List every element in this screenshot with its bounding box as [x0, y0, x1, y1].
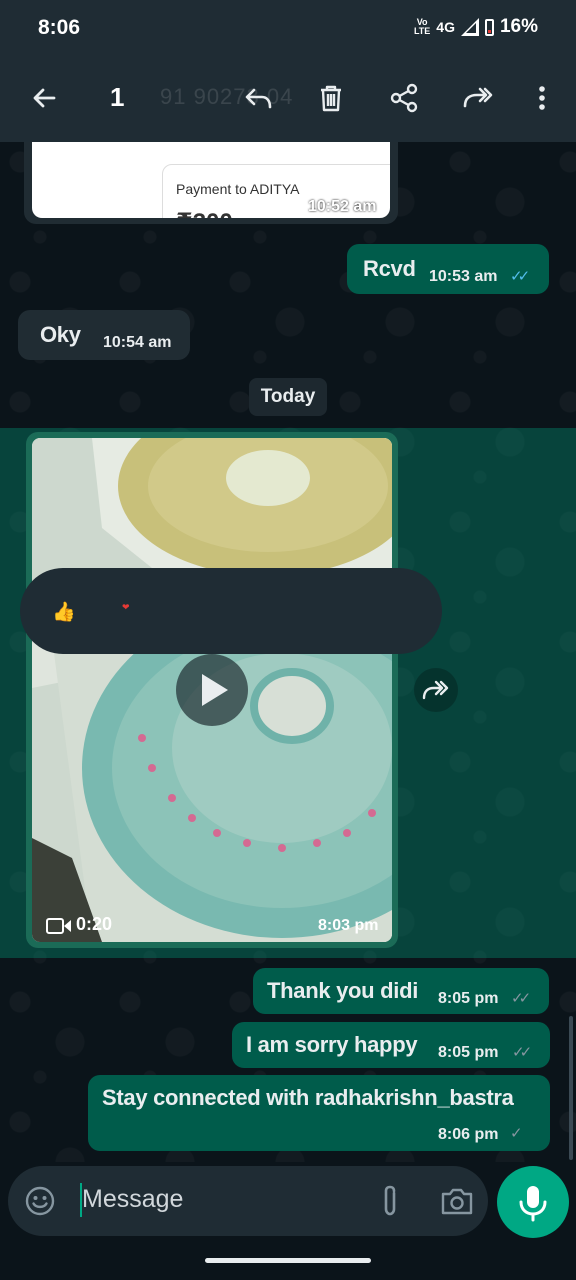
- delivered-ticks-icon: ✓✓: [511, 990, 531, 1007]
- forward-shortcut-button[interactable]: [414, 668, 458, 712]
- message-input[interactable]: Message: [82, 1185, 183, 1214]
- selection-toolbar: 91 90273 04 1: [0, 58, 576, 142]
- selected-count: 1: [110, 82, 125, 112]
- battery-percent: 16%: [499, 16, 538, 37]
- mic-button[interactable]: [497, 1166, 569, 1238]
- scrollbar[interactable]: [569, 1016, 573, 1160]
- message-time: 10:53 am: [429, 268, 498, 285]
- message-sorry[interactable]: I am sorry happy 8:05 pm ✓✓: [232, 1022, 550, 1068]
- message-thank-you[interactable]: Thank you didi 8:05 pm ✓✓: [253, 968, 549, 1014]
- reaction-picker: 👍 ❤: [20, 568, 442, 654]
- play-button[interactable]: [176, 654, 248, 726]
- reaction-thumbs-up[interactable]: 👍: [52, 600, 76, 624]
- message-time: 10:52 am: [308, 198, 377, 215]
- message-text: Stay connected with radhakrishn_bastra: [102, 1085, 514, 1110]
- status-indicators: Vo LTE 4G 16%: [414, 16, 538, 38]
- camera-icon[interactable]: [440, 1185, 474, 1217]
- battery-icon: [484, 18, 494, 36]
- video-camera-icon: [46, 918, 71, 934]
- message-rcvd[interactable]: Rcvd 10:53 am ✓✓: [347, 244, 549, 294]
- message-text: I am sorry happy: [246, 1032, 418, 1057]
- message-time: 8:03 pm: [318, 917, 379, 934]
- payment-label: Payment to ADITYA: [176, 181, 300, 197]
- back-arrow-icon[interactable]: [28, 82, 60, 114]
- read-ticks-icon: ✓✓: [510, 268, 530, 285]
- message-oky[interactable]: Oky 10:54 am: [18, 310, 190, 360]
- message-time: 8:06 pm: [438, 1126, 499, 1143]
- forward-icon: [422, 680, 449, 700]
- message-time: 8:05 pm: [438, 990, 499, 1007]
- chat-area[interactable]: Payment to ADITYA ₹300 10:52 am Rcvd 10:…: [0, 142, 576, 1162]
- reply-icon[interactable]: [242, 82, 274, 114]
- message-text: Rcvd: [363, 256, 416, 281]
- system-nav-bar: [0, 1240, 576, 1280]
- message-text: Oky: [40, 322, 81, 347]
- signal-icon: [460, 18, 479, 36]
- message-payment[interactable]: Payment to ADITYA ₹300 10:52 am: [24, 142, 398, 224]
- forward-icon[interactable]: [461, 82, 493, 114]
- network-type: 4G: [436, 19, 455, 35]
- play-icon: [202, 674, 228, 706]
- mic-icon: [519, 1186, 547, 1222]
- video-duration: 0:20: [76, 914, 113, 934]
- reaction-heart[interactable]: ❤: [122, 602, 130, 613]
- home-gesture-bar[interactable]: [205, 1258, 371, 1263]
- status-bar: 8:06 Vo LTE 4G 16%: [0, 0, 576, 58]
- message-time: 10:54 am: [103, 334, 172, 351]
- date-chip: Today: [249, 378, 327, 416]
- delivered-ticks-icon: ✓✓: [512, 1044, 532, 1061]
- message-input-bar: Message: [8, 1166, 488, 1236]
- delete-icon[interactable]: [315, 82, 347, 114]
- sent-tick-icon: ✓: [510, 1125, 523, 1142]
- more-vert-icon[interactable]: [526, 82, 558, 114]
- payment-amount: ₹300: [176, 208, 233, 218]
- message-time: 8:05 pm: [438, 1044, 499, 1061]
- status-time: 8:06: [38, 16, 81, 39]
- emoji-icon[interactable]: [24, 1185, 56, 1217]
- attach-icon[interactable]: [376, 1183, 404, 1219]
- share-icon[interactable]: [388, 82, 420, 114]
- message-text: Thank you didi: [267, 978, 419, 1003]
- message-stay-connected[interactable]: Stay connected with radhakrishn_bastra 8…: [88, 1075, 550, 1151]
- volte-icon: Vo LTE: [413, 17, 431, 36]
